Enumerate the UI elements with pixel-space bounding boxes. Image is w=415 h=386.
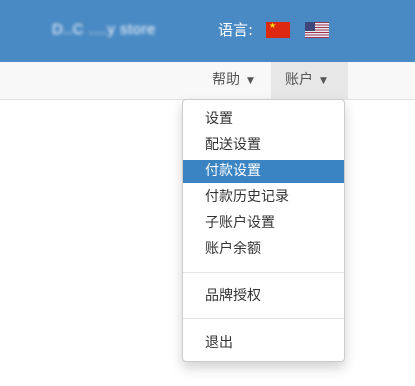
caret-down-icon: ▼ [320,76,327,86]
brand-logo[interactable]: D..C ....y store [52,20,156,40]
flag-canton [305,22,315,31]
menu-item-payment-history[interactable]: 付款历史记录 [183,186,344,209]
account-dropdown-menu: 设置 配送设置 付款设置 付款历史记录 子账户设置 账户余额 品牌授权 退出 [182,99,345,362]
menu-divider [183,318,344,319]
menu-item-logout[interactable]: 退出 [183,332,344,355]
star-icon: ★ [269,22,277,30]
menu-divider [183,272,344,273]
top-header: D..C ....y store 语言: ★ [0,0,415,62]
help-label: 帮助 [212,72,240,88]
brand-name: D..C ....y store [52,21,156,38]
help-dropdown-toggle[interactable]: 帮助 ▼ [200,62,262,99]
menu-item-account-balance[interactable]: 账户余额 [183,238,344,261]
menu-item-settings[interactable]: 设置 [183,108,344,131]
account-label: 账户 [285,72,313,88]
usa-flag-icon[interactable] [305,22,329,38]
account-dropdown-toggle[interactable]: 账户 ▼ [271,62,348,99]
language-label: 语言: [218,21,254,39]
menu-item-shipping-settings[interactable]: 配送设置 [183,134,344,157]
menu-item-payment-settings[interactable]: 付款设置 [183,160,344,183]
navbar: 帮助 ▼ 账户 ▼ [0,62,415,100]
menu-item-brand-authorization[interactable]: 品牌授权 [183,285,344,308]
caret-down-icon: ▼ [247,76,254,86]
china-flag-icon[interactable]: ★ [266,22,290,38]
menu-item-subaccount-settings[interactable]: 子账户设置 [183,212,344,235]
